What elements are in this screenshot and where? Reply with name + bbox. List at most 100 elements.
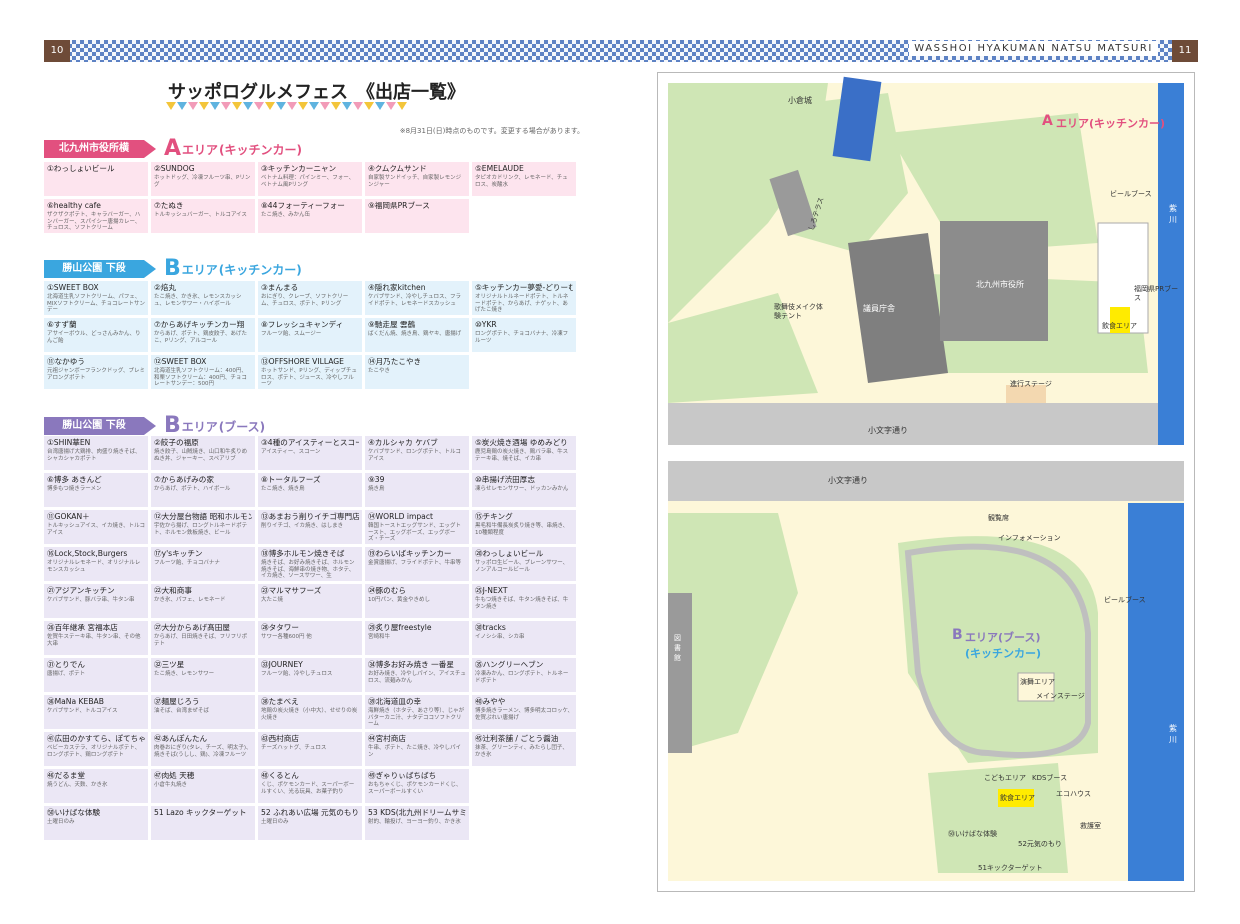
right-page-number: 11 [1172,40,1198,62]
section-b-kitchen-list: ①SWEET BOX 北海道生乳ソフトクリーム、パフェ、MIXソフトクリーム、チョ… [44,281,576,389]
shop-name: ㉙炙り屋freestyle [368,623,432,632]
section-a-label: 北九州市役所横 [44,140,144,158]
shop-name: 53 KDS(北九州ドリームサミット)ブース [368,808,466,817]
map-label-beer-a: ビールブース [1110,190,1152,198]
shop-cell: ⑤キッチンカー夢愛-どりーむ- オリジナルトルネードポテト、トルネードポテト、から… [472,281,576,315]
shop-menu: 台湾唐揚げ大鶏排、肉盛り焼きそば、シャカシャカポテト [47,449,141,462]
section-b-booth-area: エリア [181,419,218,434]
section-b-label: 勝山公園 下段 [44,260,144,278]
shop-cell: ⑯Lock,Stock,Burgers オリジナルレモネード、オリジナルレモンスカ… [44,547,148,581]
shop-name: ㉖百年継承 宮福本店 [47,623,118,632]
shop-name: ⑤EMELAUDE [475,164,524,173]
shop-cell: ⑭月乃たこやき たこやき [365,355,469,389]
shop-menu: 牛もつ焼きそば、牛タン焼きそば、牛タン焼き [475,597,569,610]
section-b-booth-type: (ブース) [218,419,266,434]
shop-cell: ㊼肉処 天穂 小倉牛丸焼き [151,769,255,803]
triangle-mark [331,102,341,110]
map-label-eat-b: 飲食エリア [1000,794,1035,802]
shop-cell: ⑦からあげみの家 からあげ、ポテト、ハイボール [151,473,255,507]
section-b-letter: B [164,256,181,281]
shop-menu: 佐賀牛ステーキ串、牛タン串、その他大串 [47,634,141,647]
shop-name: ㊽くるとん [261,771,299,780]
shop-cell: ⑫大分屋台物語 昭和ホルモン 宇佐から揚げ、ロングトルネードポテト、ホルモン鉄板焼… [151,510,255,544]
date-note: ※8月31日(日)時点のものです。変更する場合があります。 [399,127,584,135]
shop-name: ⑥すず蘭 [47,320,77,329]
shop-name: ⑬あまおう削りイチゴ専門店まるふじ [261,512,359,521]
shop-menu: 10円パン、黄金やきめし [368,597,430,603]
shop-cell: ㉝JOURNEY フルーツ飴、冷やしチュロス [258,658,362,692]
map-b-booth: エリア(ブース) [965,631,1041,644]
shop-cell: ㊿いけばな体験 土曜日のみ [44,806,148,840]
shop-cell: ②餃子の福原 焼き餃子、山賊焼き、山口和牛炙りめぬき丼、ジャーキー、スペアリブ [151,436,255,470]
shop-name: ⑬OFFSHORE VILLAGE [261,357,344,366]
shop-menu: 牛串、ポテト、たこ焼き、冷やしパイン [368,745,462,758]
shop-cell: ㊵みやや 博多焼きラーメン、博多明太コロッケ、佐賀ぷれい唐揚げ [472,695,576,729]
triangle-mark [309,102,319,110]
shop-name: ⑰y'sキッチン [154,549,203,558]
shop-menu: 焼うどん、天麩、かき氷 [47,782,108,788]
shop-menu: チーズハットグ、チュロス [261,745,327,751]
shop-menu: 大たこ焼 [261,597,284,603]
map-label-ikebana: ㊿いけばな体験 [948,829,997,839]
shop-name: ⑫SWEET BOX [154,357,207,366]
shop-menu: 金賞唐揚げ、フライドポテト、牛串等 [368,560,462,566]
shop-menu: 抹茶、グリーンティ、みたらし団子、かき氷 [475,745,568,758]
shop-cell: ③4種のアイスティーとスコーンPicsy アイスティー、スコーン [258,436,362,470]
shop-cell: 53 KDS(北九州ドリームサミット)ブース射的、輪投げ、ヨーヨー釣り、かき氷 [365,806,469,840]
shop-cell: ㉗大分からあげ髙田屋 からあげ、日田焼きそば、フリフリポテト [151,621,255,655]
map-ikebana-number: ㊿ [948,830,955,838]
shop-name: ㊿いけばな体験 [47,808,101,817]
shop-menu: 韓国トーストエッグサンド、エッグトースト、エッグボーズ、エッグボーズ・チーズ [368,523,462,543]
map-genki-number: 52 [1018,840,1027,848]
shop-menu: 削りイチゴ、イカ焼き、はしまき [261,523,344,529]
shop-name: ㉜三ツ星 [154,660,185,669]
shop-menu: 焼き餃子、山賊焼き、山口和牛炙りめぬき丼、ジャーキー、スペアリブ [154,449,248,462]
shop-menu: お好み焼き、冷やしパイン、アイスチュロス、流麺みかん [368,671,466,684]
shop-name: ㉒大和商事 [154,586,192,595]
shop-name: ㉓マルマサフーズ [261,586,322,595]
triangle-mark [364,102,374,110]
map-ikebana-text: いけばな体験 [955,830,997,838]
map-label-street-b: 小文字通り [828,476,868,485]
shop-menu: からあげ、ポテト、ハイボール [154,486,231,492]
shop-cell: ㉟ハングリーヘブン 冷凍みかん、ロングポテト、トルネードポテト [472,658,576,692]
shop-cell: ⑰y'sキッチンフルーツ飴、チョコバナナ [151,547,255,581]
section-b-arrow [144,260,156,278]
shop-name: ⑦からあげキッチンカー翔 [154,320,245,329]
map-label-street: 小文字通り [868,426,908,435]
shop-name: ㉟ハングリーヘブン [475,660,544,669]
map-label-aid: 救護室 [1080,822,1101,830]
shop-name: ⑦たぬき [154,201,184,210]
map-b-letter: B [952,627,963,643]
shop-menu: ホットドッグ、冷凍フルーツ串、Pリング [154,175,251,188]
section-a-arrow [144,140,156,158]
shop-menu: 自家製サンドイッチ、自家製レモンジンジャー [368,175,462,188]
triangle-mark [188,102,198,110]
shop-menu: ベビーカステラ、オリジナルポテト、ロングポテト、鶏ロングポテト [47,745,141,758]
shop-menu: ベトナム料理：パインミー、フォー、ベトナム風Pリング [261,175,355,188]
shop-menu: 黒毛和牛備長炭炙り焼き等、串焼き、10種類程度 [475,523,569,536]
shop-name: ㊷あんぽんたん [154,734,208,743]
map-label-eco: エコハウス [1056,790,1091,798]
shop-name: ㊺辻利茶舗 / ごとう醤油 [475,734,559,743]
shop-menu: たこ焼き、かき氷、レモンスカッシュ、レモンサワー・ハイボール [154,294,242,307]
shop-cell: ⑨馳走屋 雲鶴 ばくだん焼、焼き鳥、鶏ヤキ、唐揚げ [365,318,469,352]
section-a-type: (キッチンカー) [219,142,303,157]
left-page-number: 10 [44,40,70,62]
map-label-kds: KDSブース [1032,774,1068,782]
triangle-mark [287,102,297,110]
shop-cell: ⑧フレッシュキャンディ フルーツ飴、スムージー [258,318,362,352]
shop-name: ㊱MaNa KEBAB [47,697,104,706]
shop-menu: ケバブサンド、豚バラ串、牛タン串 [47,597,135,603]
shop-name: ㊸西村商店 [261,734,299,743]
shop-name: ⑮チキング [475,512,513,521]
section-b-type: (キッチンカー) [218,262,302,277]
shop-menu: 博多もつ焼きラーメン [47,486,102,492]
shop-cell: ⑧44フォーティーフォー たこ焼き、みかん缶 [258,199,362,233]
section-b-booth-header: 勝山公園 下段 B エリア (ブース) [44,415,265,437]
shop-menu: フルーツ飴、チョコバナナ [154,560,220,566]
map-label-beer-b: ビールブース [1104,596,1146,604]
lower-river [1128,503,1184,881]
shop-name: ①SWEET BOX [47,283,99,292]
shop-menu: サワー各種600円 他 [261,634,312,640]
